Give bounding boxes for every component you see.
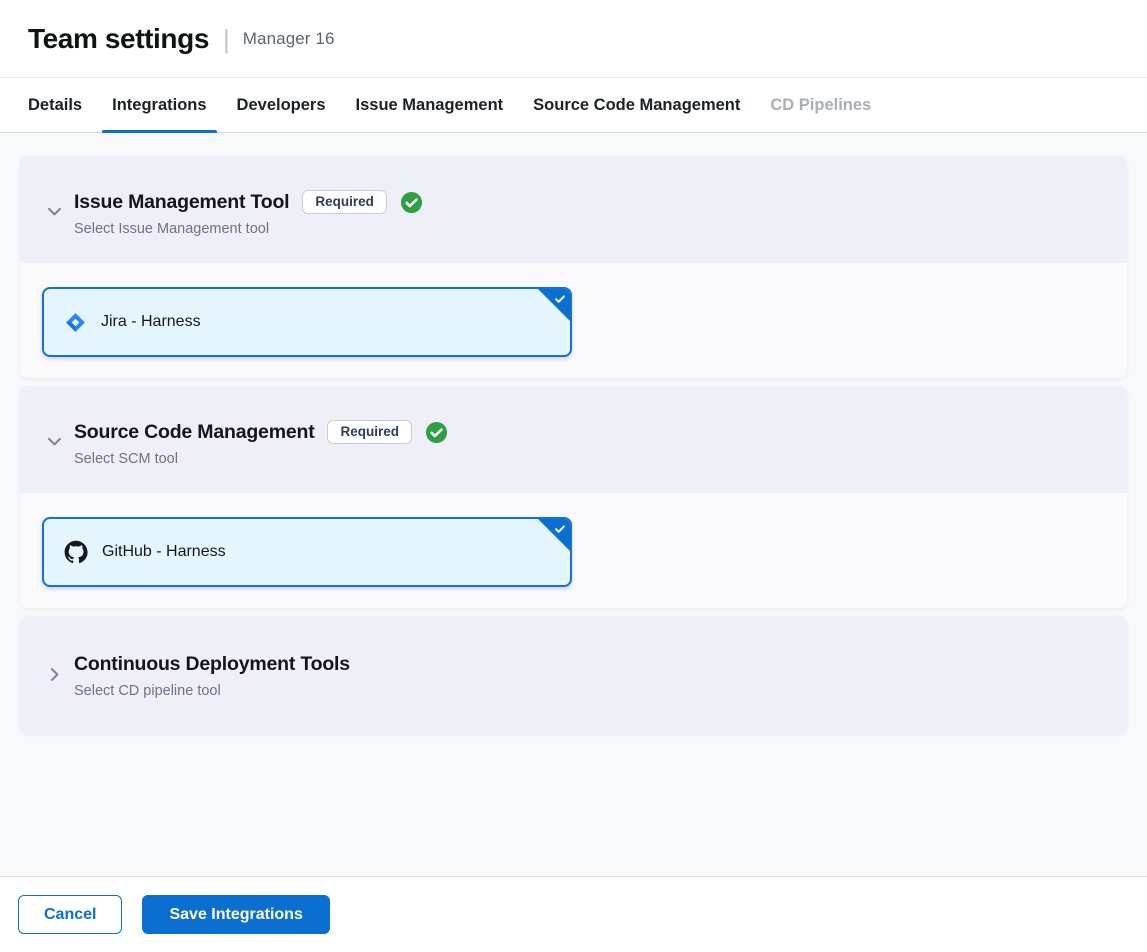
option-jira-harness[interactable]: Jira - Harness	[42, 287, 572, 357]
tab-developers[interactable]: Developers	[227, 78, 336, 132]
check-icon	[553, 292, 567, 311]
section-title: Source Code Management	[74, 419, 314, 445]
section-scm-header[interactable]: Source Code Management Required Select S…	[20, 386, 1127, 493]
section-subtitle: Select SCM tool	[74, 451, 448, 467]
option-label: GitHub - Harness	[102, 543, 226, 561]
github-icon	[64, 540, 88, 564]
section-issue-management-body: Jira - Harness	[20, 263, 1127, 378]
check-circle-icon	[425, 421, 448, 444]
tab-bar: Details Integrations Developers Issue Ma…	[0, 78, 1147, 133]
section-heading: Issue Management Tool Required Select Is…	[74, 189, 423, 237]
tab-issue-management[interactable]: Issue Management	[346, 78, 514, 132]
section-cd-header[interactable]: Continuous Deployment Tools Select CD pi…	[20, 616, 1127, 734]
section-source-code-management: Source Code Management Required Select S…	[20, 386, 1127, 608]
save-integrations-button[interactable]: Save Integrations	[142, 895, 329, 934]
option-github-harness[interactable]: GitHub - Harness	[42, 517, 572, 587]
option-label: Jira - Harness	[101, 313, 201, 331]
integrations-content: Issue Management Tool Required Select Is…	[0, 133, 1147, 876]
chevron-down-icon[interactable]	[42, 199, 66, 223]
chevron-right-icon[interactable]	[42, 662, 66, 686]
tab-integrations[interactable]: Integrations	[102, 78, 216, 132]
section-subtitle: Select CD pipeline tool	[74, 683, 350, 699]
page-header: Team settings | Manager 16	[0, 0, 1147, 78]
check-icon	[553, 522, 567, 541]
cancel-button[interactable]: Cancel	[18, 895, 122, 934]
tab-details[interactable]: Details	[18, 78, 92, 132]
title-separator: |	[223, 26, 230, 52]
jira-icon	[64, 311, 87, 334]
section-heading: Continuous Deployment Tools Select CD pi…	[74, 651, 350, 699]
page-subtitle: Manager 16	[243, 29, 335, 49]
section-scm-body: GitHub - Harness	[20, 493, 1127, 608]
check-circle-icon	[400, 191, 423, 214]
chevron-down-icon[interactable]	[42, 429, 66, 453]
page-title: Team settings	[28, 23, 209, 55]
required-badge: Required	[302, 190, 387, 215]
section-subtitle: Select Issue Management tool	[74, 221, 423, 237]
section-heading: Source Code Management Required Select S…	[74, 419, 448, 467]
tab-source-code-management[interactable]: Source Code Management	[523, 78, 750, 132]
section-title: Issue Management Tool	[74, 189, 289, 215]
section-continuous-deployment-tools: Continuous Deployment Tools Select CD pi…	[20, 616, 1127, 734]
section-title: Continuous Deployment Tools	[74, 651, 350, 677]
section-issue-management-tool: Issue Management Tool Required Select Is…	[20, 156, 1127, 378]
footer-bar: Cancel Save Integrations	[0, 876, 1147, 952]
tab-cd-pipelines: CD Pipelines	[760, 78, 881, 132]
required-badge: Required	[327, 420, 412, 445]
section-issue-management-header[interactable]: Issue Management Tool Required Select Is…	[20, 156, 1127, 263]
